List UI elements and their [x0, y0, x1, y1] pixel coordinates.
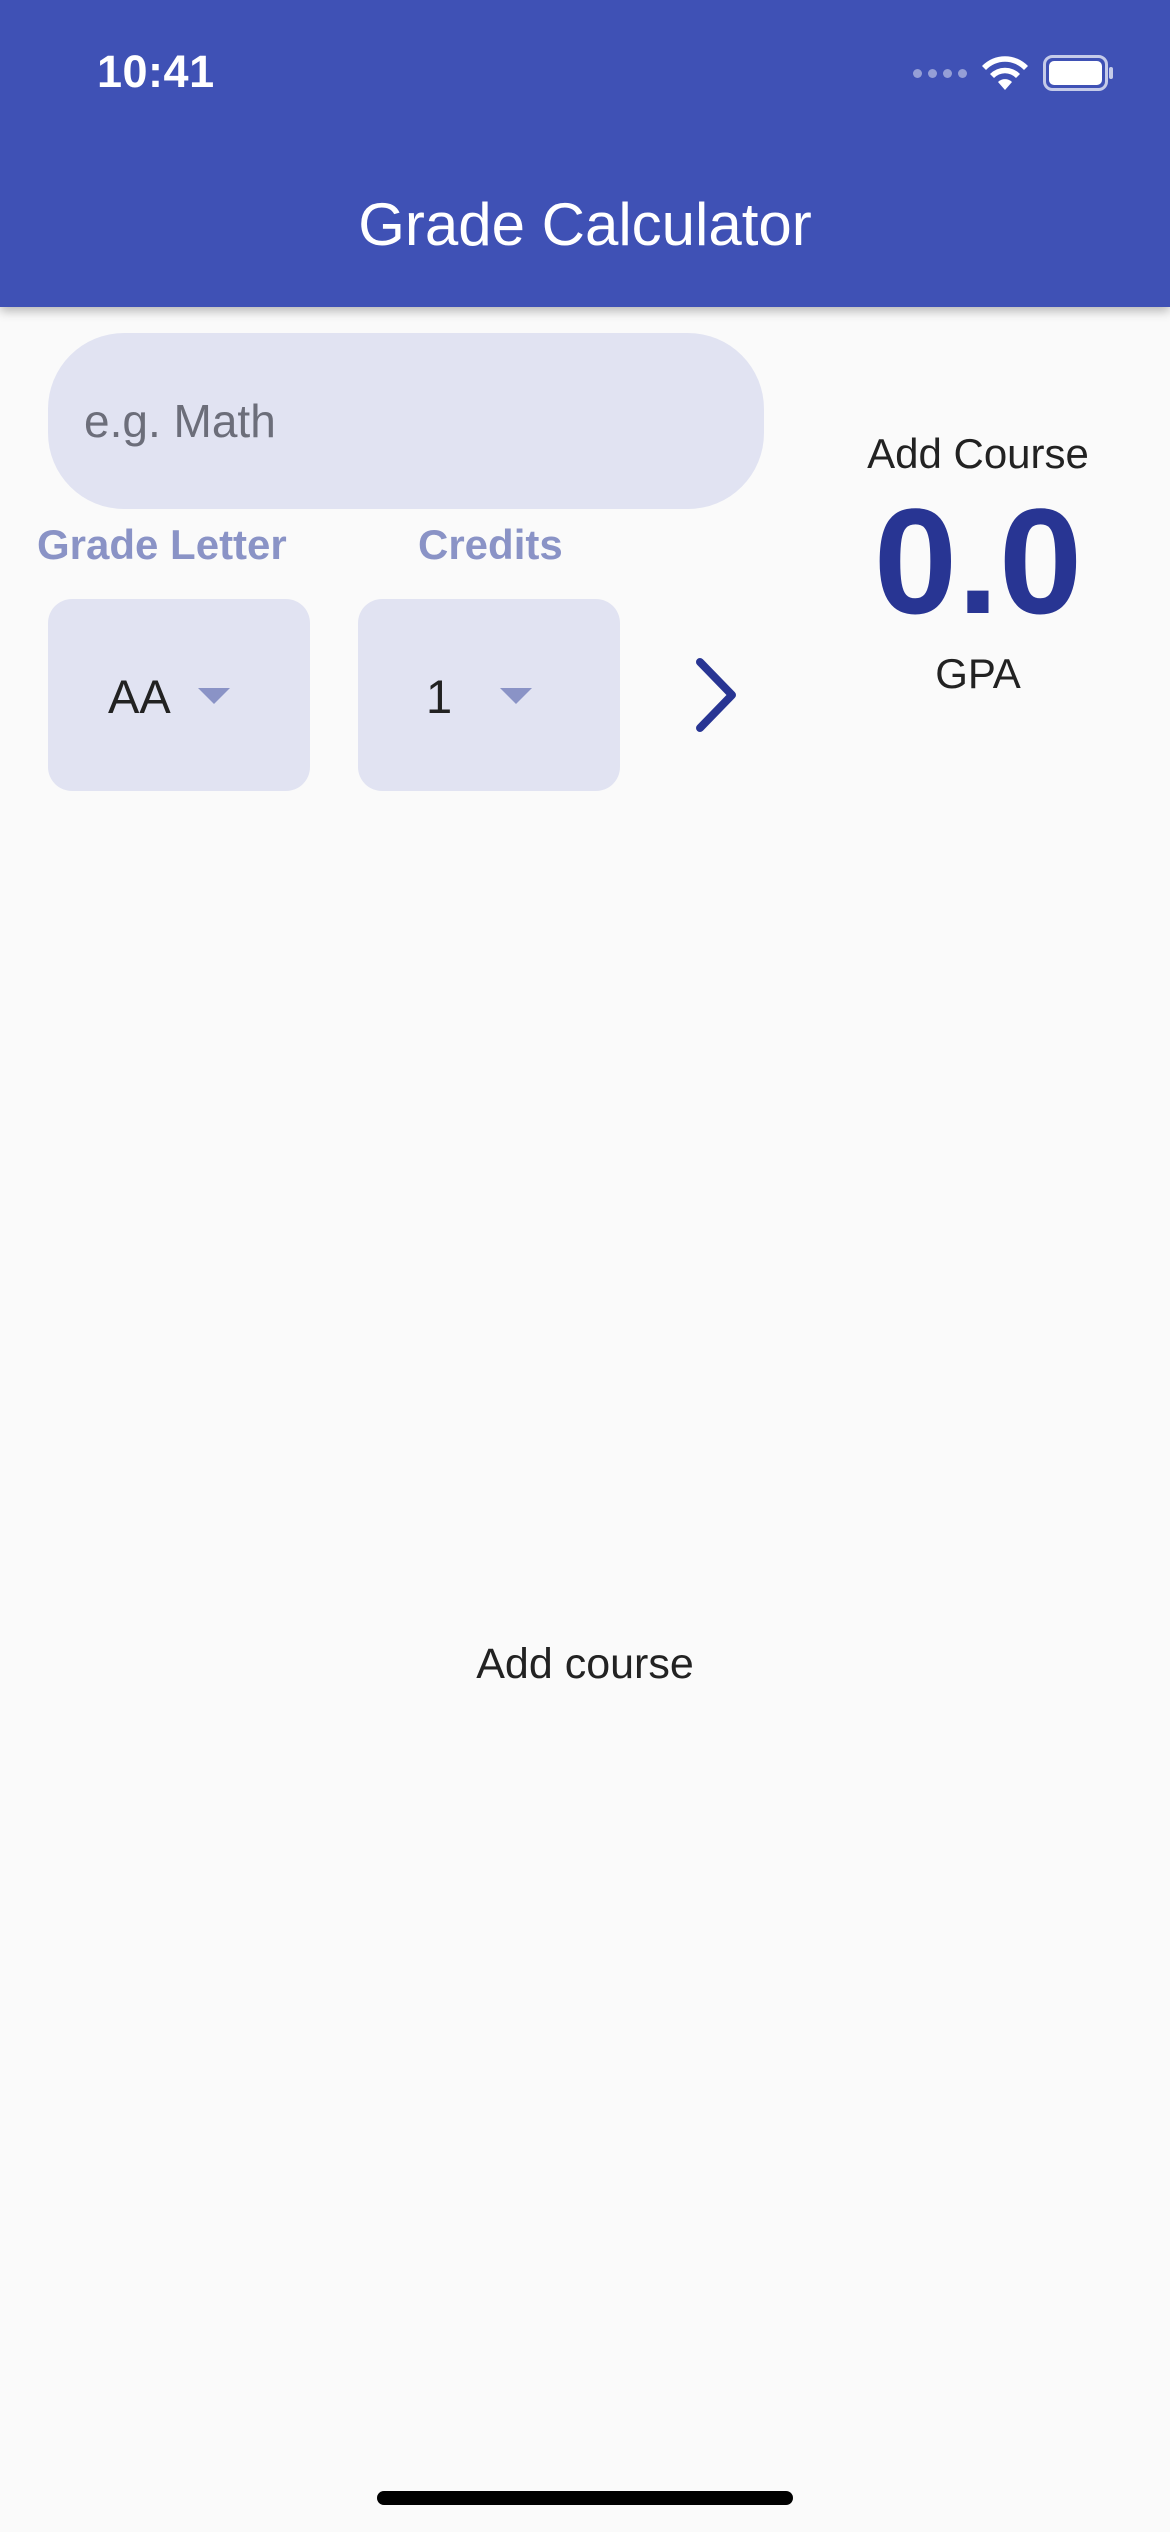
- cellular-signal-icon: [913, 68, 967, 78]
- empty-state-message: Add course: [476, 1640, 694, 1688]
- home-indicator[interactable]: [377, 2491, 793, 2505]
- wifi-icon: [982, 56, 1028, 90]
- dropdown-arrow-icon: [198, 688, 230, 704]
- credits-dropdown[interactable]: 1: [358, 599, 620, 791]
- gpa-heading: Add Course: [867, 430, 1089, 477]
- app-bar: 10:41 Grade Calculator: [0, 0, 1170, 307]
- credits-value: 1: [426, 670, 453, 723]
- gpa-panel: Add Course 0.0 GPA: [800, 430, 1156, 698]
- grade-letter-dropdown[interactable]: AA: [48, 599, 310, 791]
- course-name-input[interactable]: [48, 333, 764, 509]
- page-title: Grade Calculator: [358, 191, 812, 258]
- chevron-right-icon: [696, 658, 736, 732]
- add-course-button[interactable]: [688, 650, 748, 740]
- course-name-field[interactable]: [48, 333, 764, 509]
- status-icons: [913, 54, 1115, 92]
- battery-icon: [1043, 55, 1113, 91]
- gpa-value: 0.0: [873, 477, 1083, 645]
- status-time: 10:41: [97, 46, 215, 97]
- dropdown-arrow-icon: [500, 688, 532, 704]
- gpa-label: GPA: [935, 650, 1021, 697]
- grade-letter-label: Grade Letter: [37, 521, 287, 568]
- screen: 10:41 Grade Calculator Grade Letter Cred…: [0, 0, 1170, 2532]
- credits-label: Credits: [418, 521, 563, 568]
- grade-letter-value: AA: [108, 670, 171, 723]
